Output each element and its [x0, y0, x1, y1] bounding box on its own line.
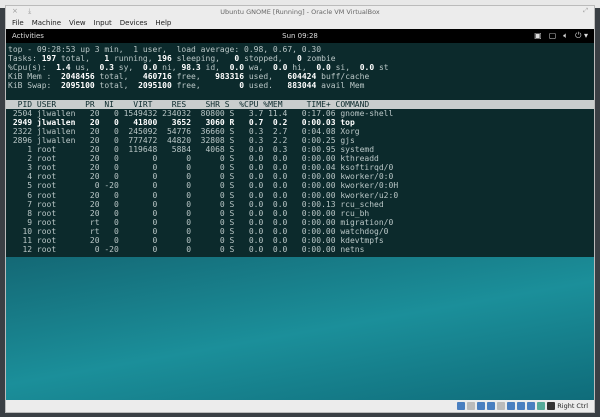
process-row: 11 root 20 0 0 0 0 S 0.0 0.0 0:00.00 kde… [8, 235, 384, 245]
activities-button[interactable]: Activities [12, 32, 44, 40]
cpu-line: %Cpu(s): 1.4 us, 0.3 sy, 0.0 ni, 98.3 id… [8, 63, 389, 73]
process-table-header[interactable]: PID USER PR NI VIRT RES SHR S %CPU %MEM … [6, 99, 594, 109]
process-row: 8 root 20 0 0 0 0 S 0.0 0.0 0:00.00 rcu_… [8, 208, 370, 218]
process-row: 2949 jlwallen 20 0 41800 3652 3060 R 0.7… [8, 117, 355, 127]
close-pin-icons[interactable]: × ⤓ [12, 7, 35, 16]
vm-screen[interactable]: Activities Sun 09:28 ▣ ▢ 🔈︎ ⏻ ▾ top - 09… [6, 29, 594, 400]
mem-line: KiB Mem : 2048456 total, 460716 free, 98… [8, 72, 370, 82]
window-title: Ubuntu GNOME [Running] - Oracle VM Virtu… [220, 7, 380, 16]
mouse-integration-icon[interactable] [547, 401, 556, 410]
menu-input[interactable]: Input [94, 19, 112, 27]
process-row: 2 root 20 0 0 0 0 S 0.0 0.0 0:00.00 kthr… [8, 154, 379, 164]
hard-disk-icon[interactable] [457, 401, 466, 410]
process-row: 4 root 20 0 0 0 0 S 0.0 0.0 0:00.00 kwor… [8, 172, 394, 182]
virtualbox-window: × ⤓ Ubuntu GNOME [Running] - Oracle VM V… [5, 5, 595, 413]
process-row: 2896 jlwallen 20 0 777472 44820 32808 S … [8, 135, 355, 145]
menu-view[interactable]: View [69, 19, 86, 27]
window-icon[interactable]: ▢ [549, 31, 557, 41]
shared-folders-icon[interactable] [507, 401, 516, 410]
system-tray[interactable]: ▣ ▢ 🔈︎ ⏻ ▾ [534, 31, 588, 41]
process-table: 2504 jlwallen 20 0 1549432 234032 80800 … [8, 109, 594, 255]
menu-devices[interactable]: Devices [120, 19, 148, 27]
process-row: 3 root 20 0 0 0 0 S 0.0 0.0 0:00.04 ksof… [8, 163, 394, 173]
process-row: 12 root 0 -20 0 0 0 S 0.0 0.0 0:00.00 ne… [8, 245, 365, 255]
clipboard-icon[interactable]: ▣ [534, 31, 542, 41]
title-bar: × ⤓ Ubuntu GNOME [Running] - Oracle VM V… [6, 6, 594, 17]
menu-machine[interactable]: Machine [32, 19, 61, 27]
process-row: 7 root 20 0 0 0 0 S 0.0 0.0 0:00.13 rcu_… [8, 199, 384, 209]
display-icon[interactable] [517, 401, 526, 410]
menu-help[interactable]: Help [155, 19, 171, 27]
vm-status-bar: Right Ctrl [6, 399, 594, 412]
process-row: 6 root 20 0 0 0 0 S 0.0 0.0 0:00.00 kwor… [8, 190, 399, 200]
usb-icon[interactable] [497, 401, 506, 410]
process-row: 10 root rt 0 0 0 0 S 0.0 0.0 0:00.00 wat… [8, 226, 389, 236]
process-row: 2504 jlwallen 20 0 1549432 234032 80800 … [8, 108, 394, 118]
terminal-top[interactable]: top - 09:28:53 up 3 min, 1 user, load av… [6, 43, 594, 257]
process-row: 2322 jlwallen 20 0 245092 54776 36660 S … [8, 126, 360, 136]
optical-drive-icon[interactable] [467, 401, 476, 410]
audio-icon[interactable] [477, 401, 486, 410]
process-row: 1 root 20 0 119648 5884 4068 S 0.0 0.3 0… [8, 145, 375, 155]
network-icon[interactable] [487, 401, 496, 410]
process-row: 9 root rt 0 0 0 0 S 0.0 0.0 0:00.00 migr… [8, 217, 394, 227]
menu-file[interactable]: File [12, 19, 24, 27]
uptime-line: top - 09:28:53 up 3 min, 1 user, load av… [8, 45, 322, 54]
guest-additions-icon[interactable] [537, 401, 546, 410]
host-key-label: Right Ctrl [557, 401, 588, 410]
process-row: 5 root 0 -20 0 0 0 S 0.0 0.0 0:00.00 kwo… [8, 181, 399, 191]
menu-bar: File Machine View Input Devices Help [6, 17, 594, 29]
gnome-top-bar: Activities Sun 09:28 ▣ ▢ 🔈︎ ⏻ ▾ [6, 29, 594, 43]
maximize-icon[interactable]: ⤢ [583, 7, 588, 15]
volume-icon[interactable]: 🔈︎ [563, 31, 568, 41]
clock[interactable]: Sun 09:28 [282, 32, 318, 40]
swap-line: KiB Swap: 2095100 total, 2095100 free, 0… [8, 81, 365, 91]
video-capture-icon[interactable] [527, 401, 536, 410]
power-icon[interactable]: ⏻ ▾ [575, 31, 588, 41]
tasks-line: Tasks: 197 total, 1 running, 196 sleepin… [8, 54, 336, 64]
